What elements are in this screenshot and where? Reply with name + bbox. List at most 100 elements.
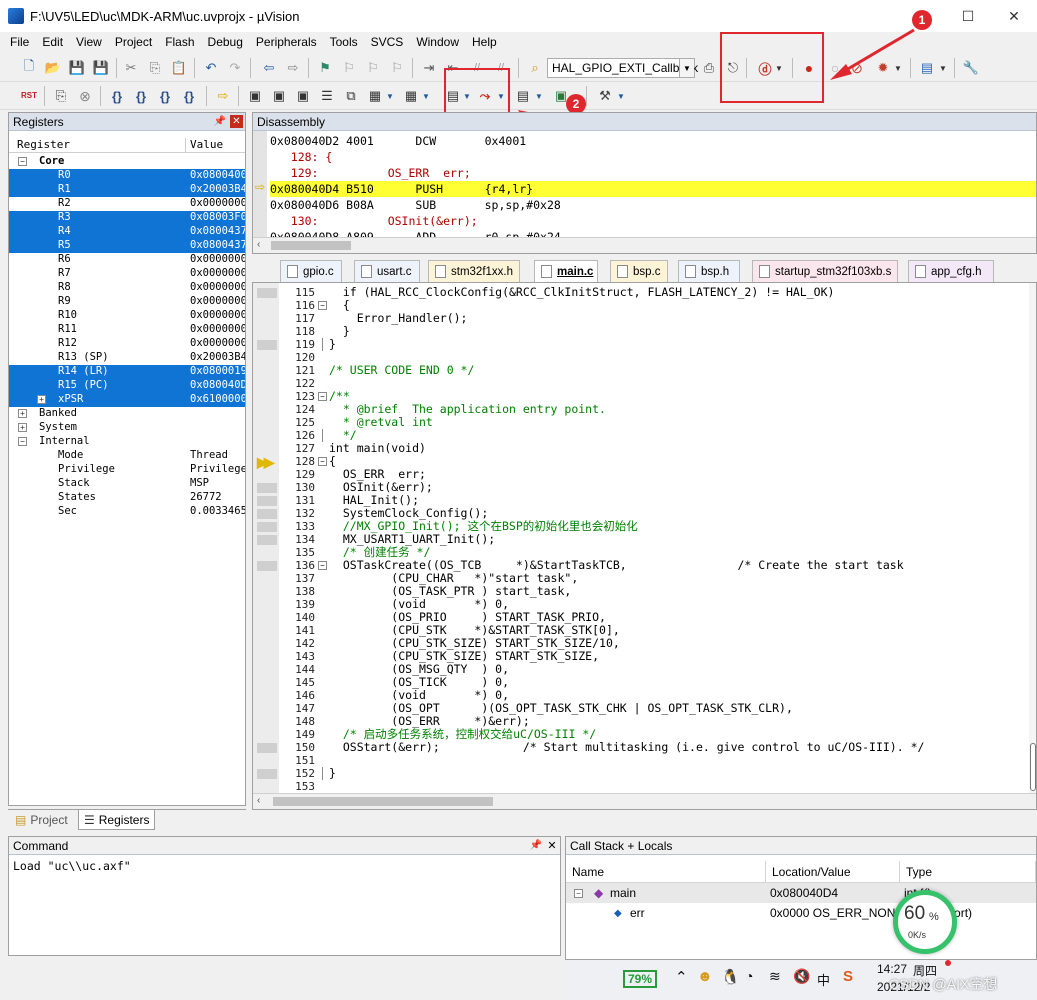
register-row[interactable]: States 26772: [9, 491, 245, 505]
disassembly-line[interactable]: 128: {: [270, 149, 1036, 165]
collapse-icon[interactable]: −: [574, 888, 583, 898]
disassembly-line[interactable]: 130: OSInit(&err);: [270, 213, 1036, 229]
register-value[interactable]: 0x0000000: [190, 267, 245, 279]
volume-icon[interactable]: 🔇: [793, 968, 810, 985]
editor-vscrollbar[interactable]: [1029, 283, 1036, 793]
register-row[interactable]: R10 0x0000000: [9, 309, 245, 323]
tab-bsp-c[interactable]: bsp.c: [610, 260, 668, 282]
register-row[interactable]: R3 0x08003F0: [9, 211, 245, 225]
register-value[interactable]: 0x0000000: [190, 323, 245, 335]
col-type[interactable]: Type: [900, 861, 1036, 883]
register-row[interactable]: R2 0x0000000: [9, 197, 245, 211]
fold-icon[interactable]: −: [318, 301, 327, 310]
register-value[interactable]: 0x0000000: [190, 337, 245, 349]
code-line[interactable]: OSStart(&err); /* Start multitasking (i.…: [329, 741, 925, 754]
expand-icon[interactable]: +: [18, 423, 27, 432]
fold-icon[interactable]: −: [318, 457, 327, 466]
register-row[interactable]: Mode Thread: [9, 449, 245, 463]
register-value[interactable]: 0.0033465: [190, 505, 245, 517]
register-value[interactable]: 26772: [190, 491, 245, 503]
tab-registers[interactable]: ☰ Registers: [78, 810, 156, 830]
register-row[interactable]: Privilege Privilege: [9, 463, 245, 477]
register-value[interactable]: 0x0000000: [190, 309, 245, 321]
wifi-icon[interactable]: ≋: [769, 968, 781, 985]
register-value[interactable]: 0x0800019: [190, 365, 245, 377]
register-row[interactable]: R1 0x20003B4: [9, 183, 245, 197]
fold-icon[interactable]: −: [318, 392, 327, 401]
executable-line-marker[interactable]: [257, 743, 277, 753]
tab-bsp-h[interactable]: bsp.h: [678, 260, 740, 282]
disassembly-line[interactable]: 0x080040D4 B510 PUSH {r4,lr}: [270, 181, 1036, 197]
register-row[interactable]: Stack MSP: [9, 477, 245, 491]
code-line[interactable]: int main(void): [329, 442, 426, 455]
disassembly-hscrollbar[interactable]: ‹: [253, 237, 1036, 253]
disassembly-line[interactable]: 129: OS_ERR err;: [270, 165, 1036, 181]
disassembly-line[interactable]: 0x080040D6 B08A SUB sp,sp,#0x28: [270, 197, 1036, 213]
executable-line-marker[interactable]: [257, 496, 277, 506]
executable-line-marker[interactable]: [257, 509, 277, 519]
col-register[interactable]: Register: [17, 138, 70, 151]
register-row[interactable]: R12 0x0000000: [9, 337, 245, 351]
battery-indicator[interactable]: 79%: [623, 970, 658, 988]
tab-usart-c[interactable]: usart.c: [354, 260, 420, 282]
qq-icon[interactable]: 🐧: [721, 968, 740, 986]
executable-line-marker[interactable]: [257, 483, 277, 493]
register-value[interactable]: 0x0000000: [190, 197, 245, 209]
register-value[interactable]: 0x080040D: [190, 379, 245, 391]
register-value[interactable]: 0x0000000: [190, 295, 245, 307]
register-row[interactable]: R4 0x0800437: [9, 225, 245, 239]
register-row[interactable]: R0 0x0800400: [9, 169, 245, 183]
register-row[interactable]: + System: [9, 421, 245, 435]
chevron-up-icon[interactable]: ⌃: [675, 968, 688, 986]
register-row[interactable]: R13 (SP) 0x20003B4: [9, 351, 245, 365]
register-row[interactable]: R6 0x0000000: [9, 253, 245, 267]
code-editor[interactable]: ▶▶ 115 if (HAL_RCC_ClockConfig(&RCC_ClkI…: [252, 282, 1037, 810]
callstack-row-main[interactable]: − ◆ main 0x080040D4 int f(): [566, 883, 1036, 903]
col-name[interactable]: Name: [566, 861, 766, 883]
close-icon[interactable]: ✕: [230, 115, 243, 128]
register-value[interactable]: 0x0000000: [190, 281, 245, 293]
performance-widget[interactable]: 60 % 0K/s: [893, 890, 957, 954]
register-value[interactable]: 0x0000000: [190, 253, 245, 265]
pin-icon[interactable]: 📌: [530, 839, 542, 852]
register-value[interactable]: Privilege: [190, 463, 245, 475]
register-row[interactable]: Sec 0.0033465: [9, 505, 245, 519]
register-row[interactable]: R7 0x0000000: [9, 267, 245, 281]
col-location-value[interactable]: Location/Value: [766, 861, 900, 883]
register-row[interactable]: R9 0x0000000: [9, 295, 245, 309]
register-row[interactable]: R15 (PC) 0x080040D: [9, 379, 245, 393]
close-icon[interactable]: ✕: [546, 839, 558, 852]
disassembly-line[interactable]: 0x080040D2 4001 DCW 0x4001: [270, 133, 1036, 149]
app-tray-icon[interactable]: ☻: [697, 968, 713, 985]
register-value[interactable]: 0x20003B4: [190, 183, 245, 195]
editor-gutter[interactable]: ▶▶: [253, 283, 279, 809]
network-icon[interactable]: ◔: [745, 968, 753, 984]
tab-startup-s[interactable]: startup_stm32f103xb.s: [752, 260, 898, 282]
executable-line-marker[interactable]: [257, 522, 277, 532]
col-value[interactable]: Value: [185, 138, 223, 153]
register-row[interactable]: R8 0x0000000: [9, 281, 245, 295]
collapse-icon[interactable]: −: [18, 157, 27, 166]
register-value[interactable]: 0x0800437: [190, 225, 245, 237]
register-row[interactable]: − Core: [9, 155, 245, 169]
tab-gpio-c[interactable]: gpio.c: [280, 260, 342, 282]
register-value[interactable]: 0x0800400: [190, 169, 245, 181]
register-row[interactable]: + xPSR 0x6100000: [9, 393, 245, 407]
code-line[interactable]: if (HAL_RCC_ClockConfig(&RCC_ClkInitStru…: [329, 286, 835, 299]
register-row[interactable]: R5 0x0800437: [9, 239, 245, 253]
executable-line-marker[interactable]: [257, 769, 277, 779]
pin-icon[interactable]: 📌: [214, 115, 226, 128]
register-value[interactable]: 0x08003F0: [190, 211, 245, 223]
callstack-row-err[interactable]: ◆ err 0x0000 OS_ERR_NONE enum (short): [566, 903, 1036, 923]
register-value[interactable]: 0x6100000: [190, 393, 245, 405]
tab-project[interactable]: ▤ Project: [10, 810, 73, 830]
register-value[interactable]: 0x20003B4: [190, 351, 245, 363]
collapse-icon[interactable]: −: [18, 437, 27, 446]
register-value[interactable]: 0x0800437: [190, 239, 245, 251]
register-row[interactable]: + Banked: [9, 407, 245, 421]
expand-icon[interactable]: +: [18, 409, 27, 418]
tab-stm32f1xx-h[interactable]: stm32f1xx.h: [428, 260, 520, 282]
register-value[interactable]: Thread: [190, 449, 245, 461]
code-line[interactable]: /* USER CODE END 0 */: [329, 364, 474, 377]
sogou-icon[interactable]: S: [843, 968, 853, 985]
